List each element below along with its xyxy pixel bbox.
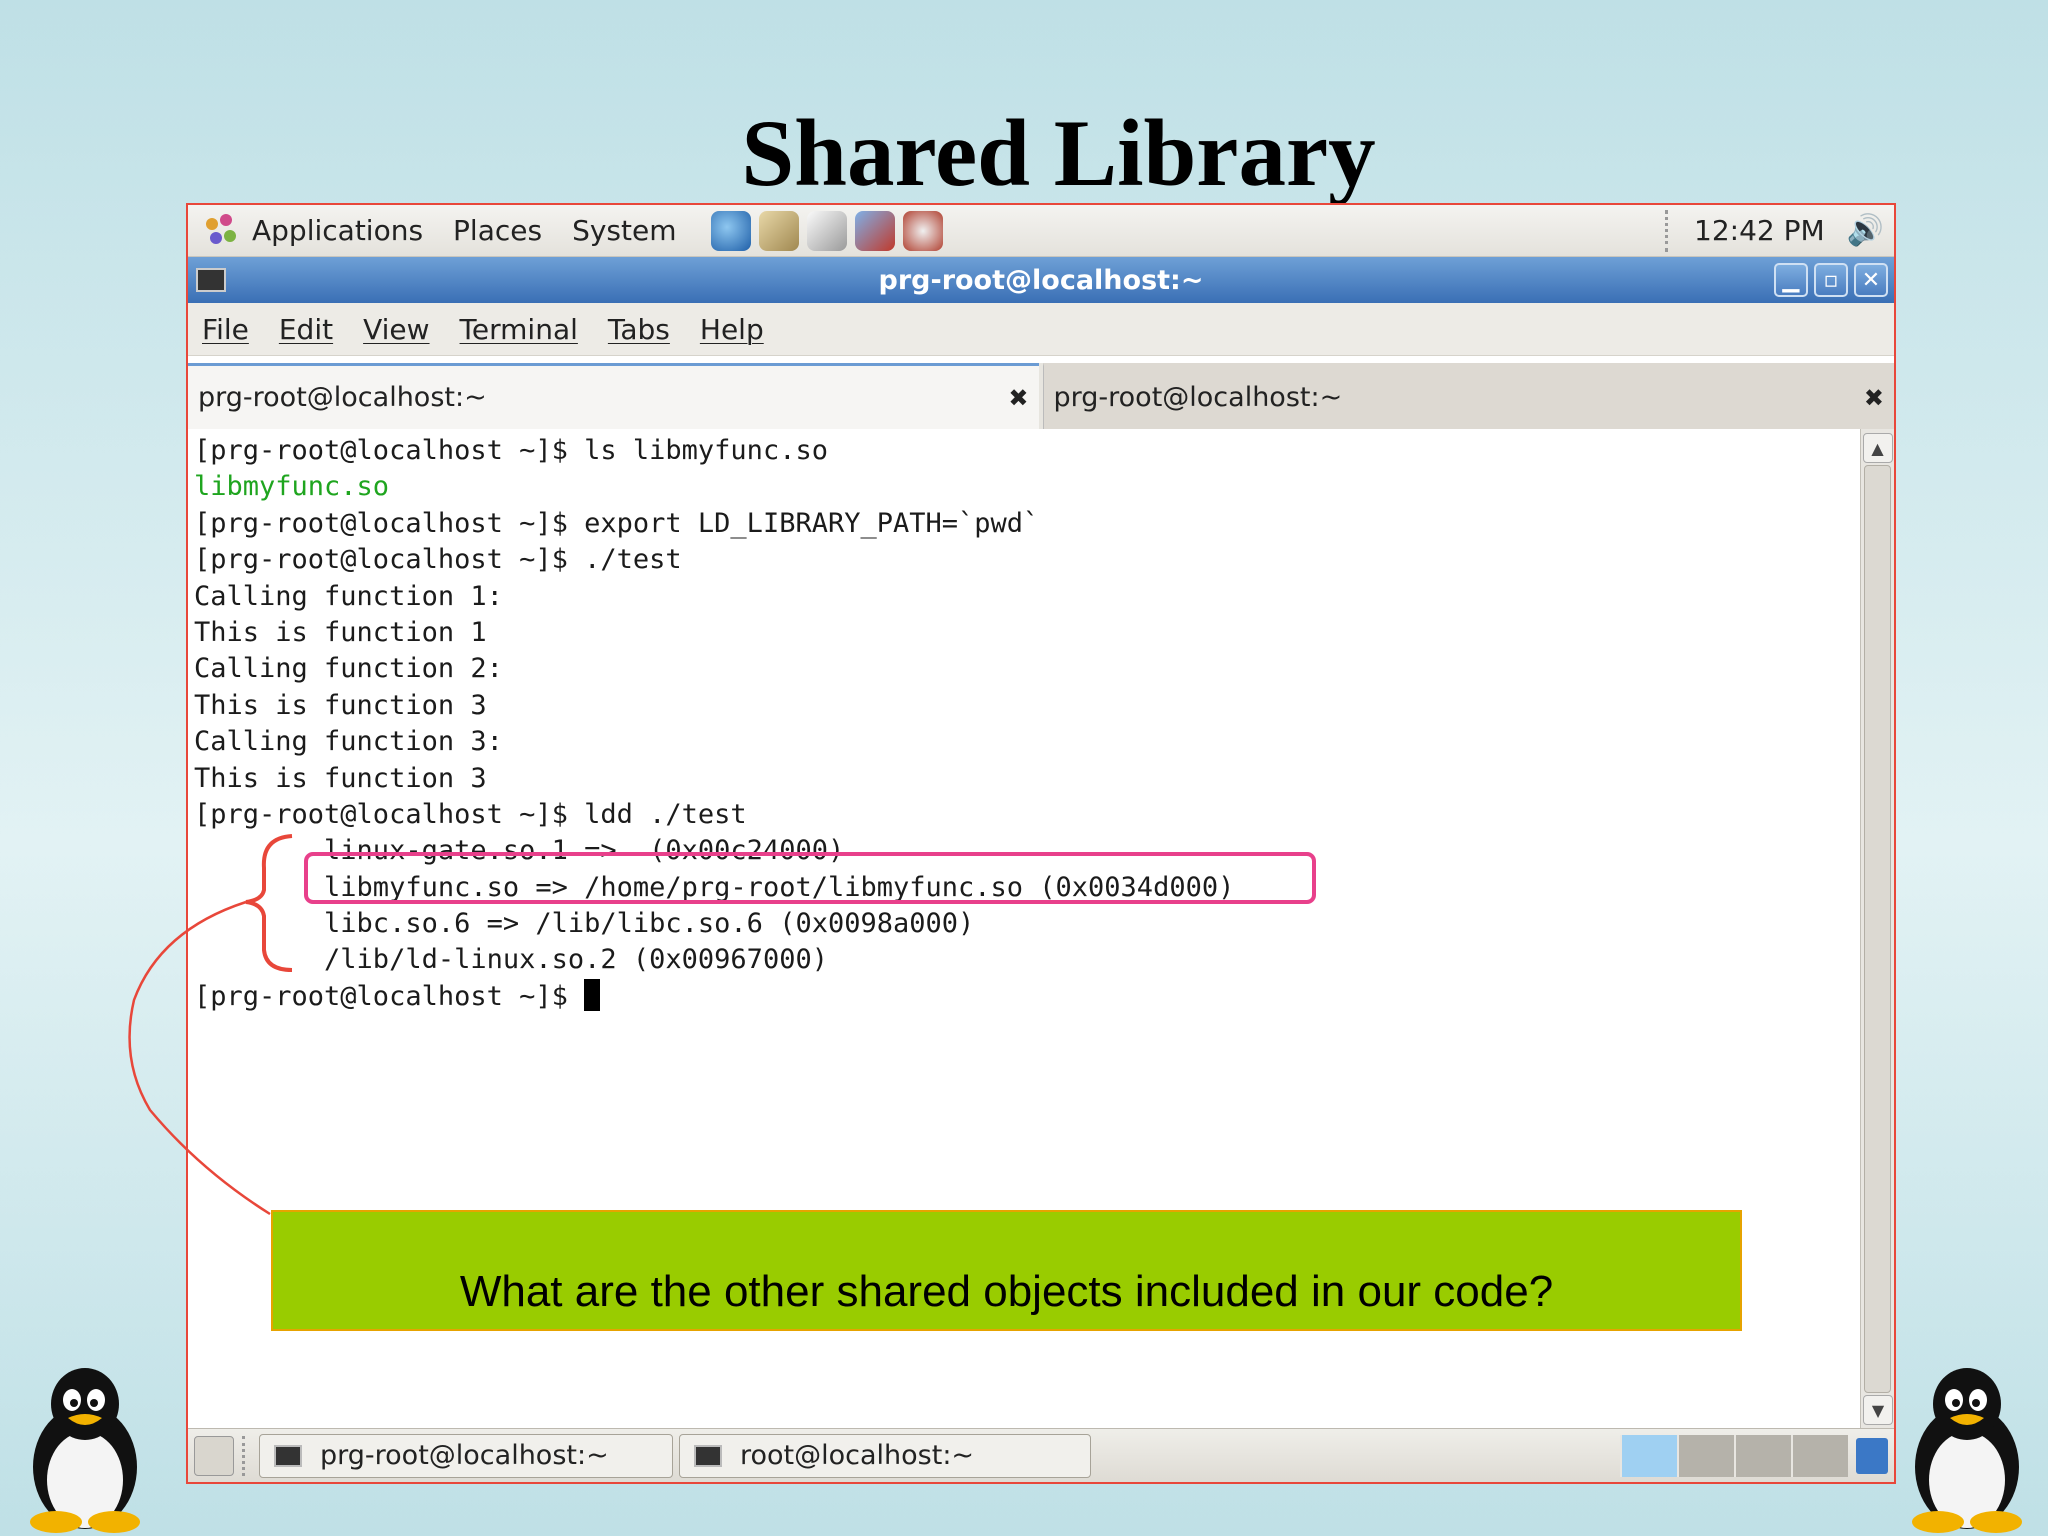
- tux-penguin-icon: [30, 1368, 140, 1533]
- callout-box: What are the other shared objects includ…: [271, 1210, 1742, 1331]
- callout-text: What are the other shared objects includ…: [459, 1267, 1554, 1316]
- highlight-box: [304, 852, 1316, 904]
- bracket-annotation: [245, 834, 293, 972]
- callout-connector-line: [128, 900, 271, 1216]
- tux-penguin-icon: [1912, 1368, 2022, 1533]
